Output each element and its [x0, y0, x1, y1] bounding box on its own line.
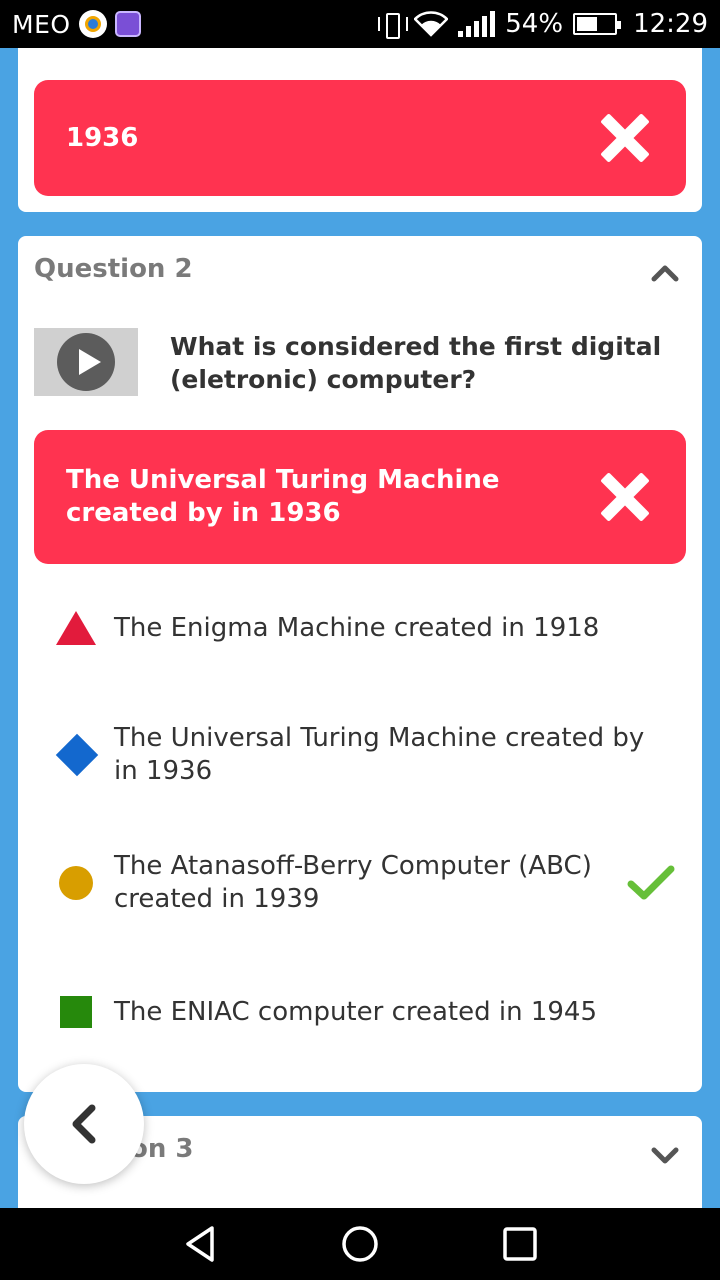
selected-answer-wrong: 1936	[34, 80, 686, 196]
selected-answer-text: The Universal Turing Machine created by …	[66, 465, 500, 528]
answer-option-diamond: The Universal Turing Machine created by …	[55, 720, 676, 790]
chevron-down-icon[interactable]	[650, 1140, 680, 1170]
answer-option-triangle: The Enigma Machine created in 1918	[56, 606, 676, 650]
option-label: The Atanasoff-Berry Computer (ABC) creat…	[114, 851, 592, 914]
selected-answer-text: 1936	[66, 122, 139, 153]
wifi-icon	[414, 11, 449, 37]
option-label: The Universal Turing Machine created by …	[114, 723, 645, 786]
gallery-notification-icon	[114, 11, 141, 37]
circle-icon	[59, 866, 93, 900]
question-1-card: 1936	[18, 48, 702, 212]
battery-icon	[573, 13, 622, 35]
status-bar: MEO 54% 12:29	[0, 0, 720, 48]
question-2-card: Question 2 What is considered the first …	[18, 236, 702, 1092]
close-icon	[600, 472, 650, 522]
play-icon[interactable]	[57, 333, 115, 391]
answer-option-circle: The Atanasoff-Berry Computer (ABC) creat…	[56, 848, 676, 918]
vibrate-icon	[378, 11, 409, 39]
navigation-bar	[0, 1208, 720, 1280]
app-notification-icon	[78, 10, 107, 38]
option-label: The ENIAC computer created in 1945	[114, 996, 598, 1027]
nav-recents-icon[interactable]	[500, 1224, 540, 1264]
back-button[interactable]	[24, 1064, 144, 1184]
triangle-icon	[56, 611, 96, 645]
signal-icon	[458, 11, 496, 37]
option-label: The Enigma Machine created in 1918	[114, 612, 600, 643]
chevron-left-icon	[72, 1104, 96, 1144]
chevron-up-icon[interactable]	[650, 258, 680, 288]
question-title: Question 2	[34, 254, 193, 284]
diamond-icon	[55, 733, 99, 777]
question-text: What is considered the first digital (el…	[170, 332, 662, 394]
carrier-label: MEO	[12, 9, 71, 39]
media-thumbnail[interactable]	[34, 328, 138, 396]
nav-back-icon[interactable]	[180, 1224, 220, 1264]
nav-home-icon[interactable]	[340, 1224, 380, 1264]
close-icon	[600, 113, 650, 163]
clock: 12:29	[633, 9, 708, 39]
answer-option-square: The ENIAC computer created in 1945	[56, 990, 676, 1034]
selected-answer-wrong: The Universal Turing Machine created by …	[34, 430, 686, 564]
battery-percent: 54%	[505, 9, 564, 39]
check-icon	[627, 865, 675, 900]
square-icon	[60, 996, 92, 1028]
